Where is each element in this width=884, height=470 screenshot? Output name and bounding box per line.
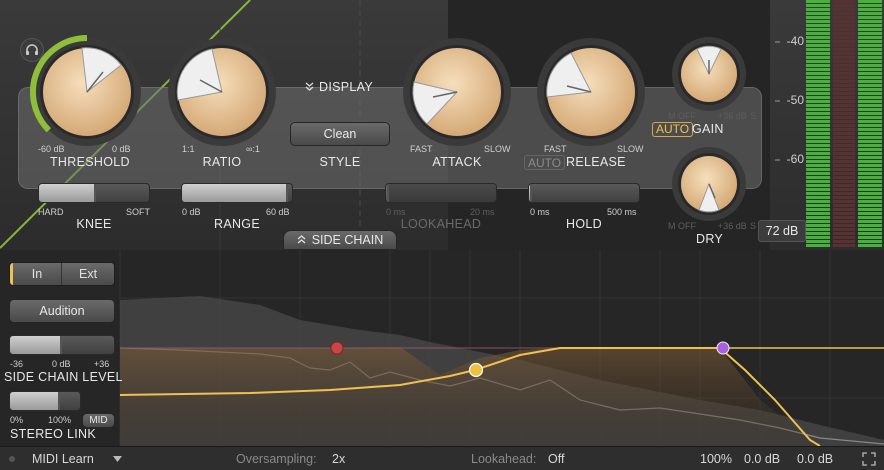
- midi-status-icon: [9, 456, 15, 462]
- stereo-link-slider[interactable]: [9, 391, 81, 411]
- stereo-link-min: 0%: [10, 415, 24, 425]
- meter-readout[interactable]: 72 dB: [758, 220, 806, 242]
- attack-min: FAST: [410, 144, 433, 154]
- chevron-down-icon: [305, 82, 314, 91]
- auto-gain-toggle[interactable]: AUTO: [652, 122, 694, 137]
- gain-knob[interactable]: [670, 35, 748, 113]
- sidechain-level-max: +36: [94, 359, 110, 369]
- sidechain-level-slider[interactable]: [9, 335, 115, 355]
- lookahead-status-label: Lookahead:: [471, 452, 537, 466]
- lookahead-min: 0 ms: [386, 207, 406, 217]
- oversampling-value[interactable]: 2x: [332, 452, 345, 466]
- gain-min: M OFF: [668, 111, 696, 121]
- hold-min: 0 ms: [530, 207, 550, 217]
- dry-knob[interactable]: [670, 145, 748, 223]
- release-label: RELEASE: [566, 155, 626, 169]
- meter-tick: -40: [786, 34, 804, 48]
- range-label: RANGE: [214, 217, 260, 231]
- fullscreen-icon[interactable]: [862, 452, 876, 466]
- dry-s: S: [750, 221, 757, 231]
- display-toggle[interactable]: DISPLAY: [305, 80, 373, 94]
- stereo-link-fill: [10, 392, 61, 410]
- dry-max: +36 dB: [718, 221, 747, 231]
- display-label: DISPLAY: [319, 80, 373, 94]
- threshold-min: -60 dB: [38, 144, 65, 154]
- chevron-down-icon[interactable]: [113, 456, 122, 462]
- compressor-plugin: -60 dB 0 dB THRESHOLD 1:1 ∞:1 RATIO DISP…: [0, 0, 884, 470]
- knee-min: HARD: [38, 207, 64, 217]
- style-label: STYLE: [319, 155, 361, 169]
- threshold-max: 0 dB: [112, 144, 131, 154]
- attack-max: SLOW: [484, 144, 511, 154]
- hold-label: HOLD: [566, 217, 602, 231]
- output-value-1[interactable]: 0.0 dB: [744, 452, 780, 466]
- lookahead-slider-fill: [386, 184, 390, 202]
- gain-max: +36 dB: [718, 111, 747, 121]
- range-slider[interactable]: [181, 183, 293, 203]
- meter-tick: -50: [786, 93, 804, 107]
- meter-tick: -60: [786, 152, 804, 166]
- gain-s: S: [750, 111, 757, 121]
- side-chain-label: SIDE CHAIN: [311, 233, 384, 247]
- sidechain-eq-display: In Ext Audition -36 0 dB +36 SIDE CHAIN …: [0, 250, 884, 446]
- attack-knob[interactable]: [400, 35, 514, 149]
- zoom-value[interactable]: 100%: [700, 452, 732, 466]
- lookahead-status-value[interactable]: Off: [548, 452, 564, 466]
- ratio-max: ∞:1: [246, 144, 260, 154]
- knee-max: SOFT: [126, 207, 150, 217]
- status-bar: MIDI Learn Oversampling: 2x Lookahead: O…: [0, 446, 884, 470]
- range-min: 0 dB: [182, 207, 201, 217]
- output-value-2[interactable]: 0.0 dB: [797, 452, 833, 466]
- sidechain-level-fill: [10, 336, 62, 354]
- dry-min: M OFF: [668, 221, 696, 231]
- midi-learn-button[interactable]: MIDI Learn: [32, 452, 94, 466]
- side-chain-toggle[interactable]: SIDE CHAIN: [283, 230, 397, 250]
- gain-label: GAIN: [692, 122, 724, 136]
- sidechain-source-toggle: In Ext: [9, 262, 115, 286]
- sidechain-ext-button[interactable]: Ext: [61, 263, 114, 285]
- meter-scale-ticks: [775, 41, 780, 161]
- sidechain-level-mid: 0 dB: [52, 359, 71, 369]
- sidechain-level-min: -36: [10, 359, 24, 369]
- compressor-controls: -60 dB 0 dB THRESHOLD 1:1 ∞:1 RATIO DISP…: [0, 0, 884, 250]
- lookahead-max: 20 ms: [470, 207, 495, 217]
- chevron-up-icon: [297, 235, 306, 244]
- ratio-min: 1:1: [182, 144, 195, 154]
- ratio-label: RATIO: [202, 155, 242, 169]
- hold-slider[interactable]: [528, 183, 640, 203]
- ratio-knob[interactable]: [165, 35, 279, 149]
- attack-label: ATTACK: [432, 155, 482, 169]
- mid-button[interactable]: MID: [82, 413, 115, 428]
- hold-max: 500 ms: [607, 207, 637, 217]
- hold-slider-fill: [529, 184, 533, 202]
- audition-button[interactable]: Audition: [9, 299, 115, 323]
- range-slider-fill: [182, 184, 288, 202]
- stereo-link-max: 100%: [48, 415, 72, 425]
- lookahead-slider[interactable]: [385, 183, 497, 203]
- release-min: FAST: [544, 144, 567, 154]
- sidechain-level-label: SIDE CHAIN LEVEL: [4, 370, 123, 384]
- oversampling-label: Oversampling:: [236, 452, 317, 466]
- knee-label: KNEE: [76, 217, 112, 231]
- lookahead-label: LOOKAHEAD: [400, 217, 482, 231]
- range-max: 60 dB: [266, 207, 290, 217]
- sidechain-filter-graph[interactable]: [0, 250, 884, 446]
- knee-slider-fill: [39, 184, 97, 202]
- knee-slider[interactable]: [38, 183, 150, 203]
- release-max: SLOW: [617, 144, 644, 154]
- level-meters: [806, 0, 882, 248]
- dry-label: DRY: [696, 232, 724, 246]
- threshold-knob[interactable]: [30, 35, 144, 149]
- style-button[interactable]: Clean: [290, 122, 390, 146]
- stereo-link-label: STEREO LINK: [10, 427, 96, 441]
- threshold-label: THRESHOLD: [50, 155, 130, 169]
- sidechain-in-button[interactable]: In: [10, 263, 62, 285]
- release-knob[interactable]: [534, 35, 648, 149]
- auto-release-toggle[interactable]: AUTO: [524, 155, 566, 170]
